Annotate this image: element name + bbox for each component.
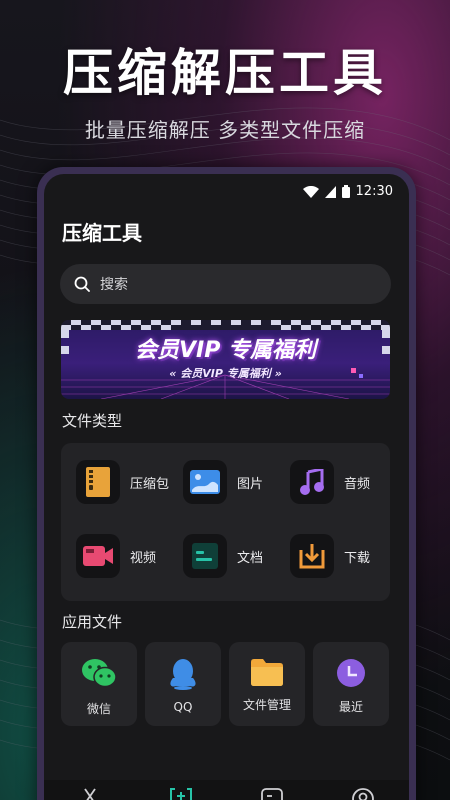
wechat-icon	[82, 659, 117, 688]
app-file-label: 微信	[86, 702, 111, 716]
page-title: 压缩工具	[62, 221, 142, 245]
file-type-label: 视频	[130, 550, 157, 566]
status-time: 12:30	[355, 184, 393, 199]
file-type-archive[interactable]: 压缩包	[76, 460, 169, 504]
document-icon	[183, 534, 227, 578]
file-types-panel: 压缩包 图片 音频 视频 文档 下载	[61, 443, 390, 601]
qq-icon	[170, 659, 196, 690]
status-bar: 12:30	[302, 184, 393, 199]
phone-screen: 12:30 压缩工具 搜索 会员VIP 专属福利 « 会员VIP 专属福利 » …	[44, 174, 409, 800]
hero-title: 压缩解压工具	[63, 44, 387, 102]
hero-subtitle: 批量压缩解压 多类型文件压缩	[84, 118, 366, 142]
app-file-qq[interactable]: QQ	[145, 642, 221, 726]
banner-subtitle: « 会员VIP 专属福利 »	[169, 367, 282, 380]
app-file-manager[interactable]: 文件管理	[229, 642, 305, 726]
file-type-image[interactable]: 图片	[183, 460, 263, 504]
profile-icon[interactable]	[352, 788, 375, 800]
file-type-label: 压缩包	[130, 476, 170, 492]
file-type-label: 音频	[344, 476, 371, 492]
app-file-label: QQ	[173, 700, 193, 714]
app-files-heading: 应用文件	[62, 613, 123, 631]
battery-icon	[341, 185, 350, 198]
archive-icon	[76, 460, 120, 504]
banner-title: 会员VIP 专属福利	[135, 338, 316, 363]
search-icon	[74, 276, 90, 292]
file-icon[interactable]	[261, 788, 284, 800]
music-icon	[290, 460, 334, 504]
file-type-label: 文档	[237, 550, 264, 566]
phone-frame: 12:30 压缩工具 搜索 会员VIP 专属福利 « 会员VIP 专属福利 » …	[37, 167, 416, 800]
app-file-wechat[interactable]: 微信	[61, 642, 137, 726]
file-type-audio[interactable]: 音频	[290, 460, 370, 504]
app-file-recent[interactable]: 最近	[313, 642, 389, 726]
vip-banner[interactable]: 会员VIP 专属福利 « 会员VIP 专属福利 »	[61, 320, 390, 399]
signal-icon	[324, 185, 336, 198]
search-input[interactable]: 搜索	[60, 264, 391, 304]
hero-header: 压缩解压工具 批量压缩解压 多类型文件压缩	[0, 38, 450, 143]
scissors-icon[interactable]	[79, 788, 101, 800]
search-placeholder: 搜索	[100, 277, 128, 293]
app-file-label: 文件管理	[242, 698, 291, 712]
clock-icon	[337, 659, 365, 687]
wifi-icon	[302, 185, 319, 198]
file-type-document[interactable]: 文档	[183, 534, 263, 578]
file-type-label: 图片	[237, 476, 264, 492]
folder-icon	[251, 659, 283, 686]
compress-icon[interactable]	[169, 788, 192, 800]
file-types-heading: 文件类型	[62, 412, 123, 430]
file-type-label: 下载	[344, 550, 371, 566]
bottom-tab-bar	[44, 780, 409, 800]
video-icon	[76, 534, 120, 578]
file-type-video[interactable]: 视频	[76, 534, 156, 578]
image-icon	[183, 460, 227, 504]
download-icon	[290, 534, 334, 578]
app-file-label: 最近	[338, 700, 363, 714]
file-type-download[interactable]: 下载	[290, 534, 370, 578]
